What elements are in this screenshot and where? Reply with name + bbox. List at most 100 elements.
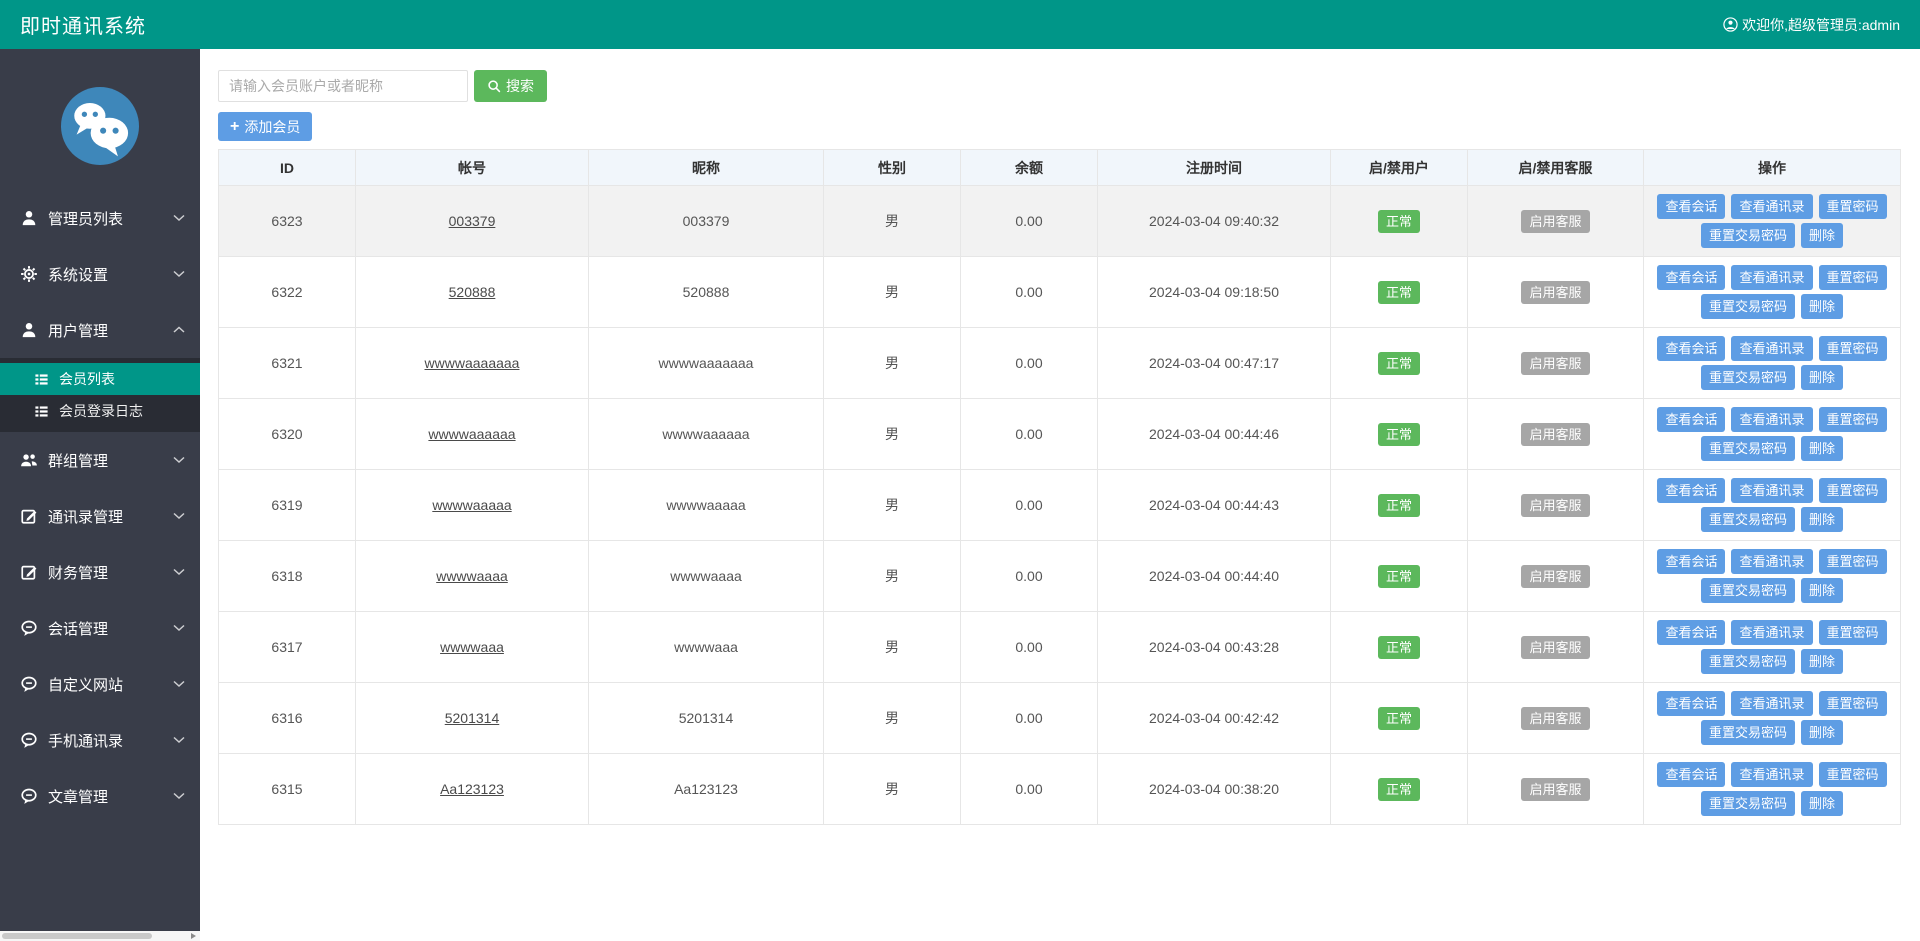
user-status-badge[interactable]: 正常: [1377, 280, 1420, 304]
service-status-badge[interactable]: 启用客服: [1521, 209, 1590, 233]
view-contacts-button[interactable]: 查看通讯录: [1731, 478, 1813, 503]
cell-nickname: wwwwaaa: [588, 611, 824, 683]
user-status-badge[interactable]: 正常: [1377, 422, 1420, 446]
delete-button[interactable]: 删除: [1801, 436, 1844, 461]
user-status-badge[interactable]: 正常: [1377, 777, 1420, 801]
view-contacts-button[interactable]: 查看通讯录: [1731, 194, 1813, 219]
reset-trade-password-button[interactable]: 重置交易密码: [1700, 294, 1795, 319]
view-session-button[interactable]: 查看会话: [1657, 549, 1726, 574]
sidebar-item-group-management[interactable]: 群组管理: [0, 432, 200, 488]
account-link[interactable]: wwwwaaaaa: [432, 497, 511, 513]
view-session-button[interactable]: 查看会话: [1657, 691, 1726, 716]
user-status-badge[interactable]: 正常: [1377, 564, 1420, 588]
delete-button[interactable]: 删除: [1801, 578, 1844, 603]
account-link[interactable]: wwwwaaa: [440, 639, 504, 655]
view-session-button[interactable]: 查看会话: [1657, 407, 1726, 432]
reset-password-button[interactable]: 重置密码: [1818, 336, 1887, 361]
service-status-badge[interactable]: 启用客服: [1521, 422, 1590, 446]
add-member-button[interactable]: + 添加会员: [218, 112, 313, 141]
user-status-badge[interactable]: 正常: [1377, 706, 1420, 730]
reset-trade-password-button[interactable]: 重置交易密码: [1700, 720, 1795, 745]
account-link[interactable]: Aa123123: [440, 781, 504, 797]
user-status-badge[interactable]: 正常: [1377, 209, 1420, 233]
reset-trade-password-button[interactable]: 重置交易密码: [1700, 365, 1795, 390]
account-link[interactable]: 5201314: [445, 710, 500, 726]
cell-balance: 0.00: [960, 185, 1098, 257]
reset-password-button[interactable]: 重置密码: [1818, 620, 1887, 645]
view-contacts-button[interactable]: 查看通讯录: [1731, 336, 1813, 361]
view-session-button[interactable]: 查看会话: [1657, 194, 1726, 219]
service-status-badge[interactable]: 启用客服: [1521, 493, 1590, 517]
reset-trade-password-button[interactable]: 重置交易密码: [1700, 791, 1795, 816]
account-link[interactable]: wwwwaaaaaaa: [425, 355, 520, 371]
delete-button[interactable]: 删除: [1801, 365, 1844, 390]
view-session-button[interactable]: 查看会话: [1657, 620, 1726, 645]
cell-nickname: wwwwaaaaaaa: [588, 327, 824, 399]
service-status-badge[interactable]: 启用客服: [1521, 706, 1590, 730]
delete-button[interactable]: 删除: [1801, 791, 1844, 816]
sidebar-item-admin-list[interactable]: 管理员列表: [0, 190, 200, 246]
sidebar-item-user-management[interactable]: 用户管理: [0, 302, 200, 358]
delete-button[interactable]: 删除: [1801, 507, 1844, 532]
view-session-button[interactable]: 查看会话: [1657, 762, 1726, 787]
scrollbar-arrow-icon[interactable]: [191, 933, 196, 939]
delete-button[interactable]: 删除: [1801, 223, 1844, 248]
user-status-badge[interactable]: 正常: [1377, 493, 1420, 517]
sidebar-item-system-settings[interactable]: 系统设置: [0, 246, 200, 302]
reset-trade-password-button[interactable]: 重置交易密码: [1700, 507, 1795, 532]
cell-service-status: 启用客服: [1467, 256, 1644, 328]
view-contacts-button[interactable]: 查看通讯录: [1731, 407, 1813, 432]
user-status-badge[interactable]: 正常: [1377, 351, 1420, 375]
reset-trade-password-button[interactable]: 重置交易密码: [1700, 649, 1795, 674]
reset-password-button[interactable]: 重置密码: [1818, 194, 1887, 219]
search-input[interactable]: [218, 70, 468, 102]
scrollbar-thumb[interactable]: [2, 933, 152, 939]
sidebar-item-article-management[interactable]: 文章管理: [0, 768, 200, 824]
view-contacts-button[interactable]: 查看通讯录: [1731, 549, 1813, 574]
sidebar-item-member-list[interactable]: 会员列表: [0, 363, 200, 395]
delete-button[interactable]: 删除: [1801, 294, 1844, 319]
cell-id: 6315: [218, 753, 356, 825]
search-button[interactable]: 搜索: [474, 70, 547, 102]
sidebar-item-member-login-log[interactable]: 会员登录日志: [0, 395, 200, 427]
reset-trade-password-button[interactable]: 重置交易密码: [1700, 436, 1795, 461]
view-contacts-button[interactable]: 查看通讯录: [1731, 265, 1813, 290]
reset-trade-password-button[interactable]: 重置交易密码: [1700, 578, 1795, 603]
sidebar-item-custom-website[interactable]: 自定义网站: [0, 656, 200, 712]
reset-password-button[interactable]: 重置密码: [1818, 691, 1887, 716]
table-row: 6323 003379 003379 男 0.00 2024-03-04 09:40:32…: [218, 185, 1901, 257]
service-status-badge[interactable]: 启用客服: [1521, 635, 1590, 659]
cell-id: 6318: [218, 540, 356, 612]
view-session-button[interactable]: 查看会话: [1657, 265, 1726, 290]
sidebar-item-contacts-management[interactable]: 通讯录管理: [0, 488, 200, 544]
service-status-badge[interactable]: 启用客服: [1521, 777, 1590, 801]
chevron-down-icon: [173, 624, 185, 632]
service-status-badge[interactable]: 启用客服: [1521, 351, 1590, 375]
delete-button[interactable]: 删除: [1801, 720, 1844, 745]
user-status-badge[interactable]: 正常: [1377, 635, 1420, 659]
sidebar-item-finance-management[interactable]: 财务管理: [0, 544, 200, 600]
sidebar-item-session-management[interactable]: 会话管理: [0, 600, 200, 656]
reset-password-button[interactable]: 重置密码: [1818, 407, 1887, 432]
reset-password-button[interactable]: 重置密码: [1818, 478, 1887, 503]
delete-button[interactable]: 删除: [1801, 649, 1844, 674]
account-link[interactable]: wwwwaaaa: [436, 568, 508, 584]
reset-password-button[interactable]: 重置密码: [1818, 549, 1887, 574]
view-session-button[interactable]: 查看会话: [1657, 478, 1726, 503]
reset-password-button[interactable]: 重置密码: [1818, 762, 1887, 787]
view-contacts-button[interactable]: 查看通讯录: [1731, 691, 1813, 716]
view-contacts-button[interactable]: 查看通讯录: [1731, 762, 1813, 787]
service-status-badge[interactable]: 启用客服: [1521, 280, 1590, 304]
reset-password-button[interactable]: 重置密码: [1818, 265, 1887, 290]
view-session-button[interactable]: 查看会话: [1657, 336, 1726, 361]
chevron-down-icon: [173, 568, 185, 576]
account-link[interactable]: 003379: [449, 213, 496, 229]
reset-trade-password-button[interactable]: 重置交易密码: [1700, 223, 1795, 248]
account-link[interactable]: wwwwaaaaaa: [428, 426, 515, 442]
service-status-badge[interactable]: 启用客服: [1521, 564, 1590, 588]
account-link[interactable]: 520888: [449, 284, 496, 300]
horizontal-scrollbar[interactable]: [0, 931, 200, 941]
cell-service-status: 启用客服: [1467, 682, 1644, 754]
view-contacts-button[interactable]: 查看通讯录: [1731, 620, 1813, 645]
sidebar-item-phone-contacts[interactable]: 手机通讯录: [0, 712, 200, 768]
